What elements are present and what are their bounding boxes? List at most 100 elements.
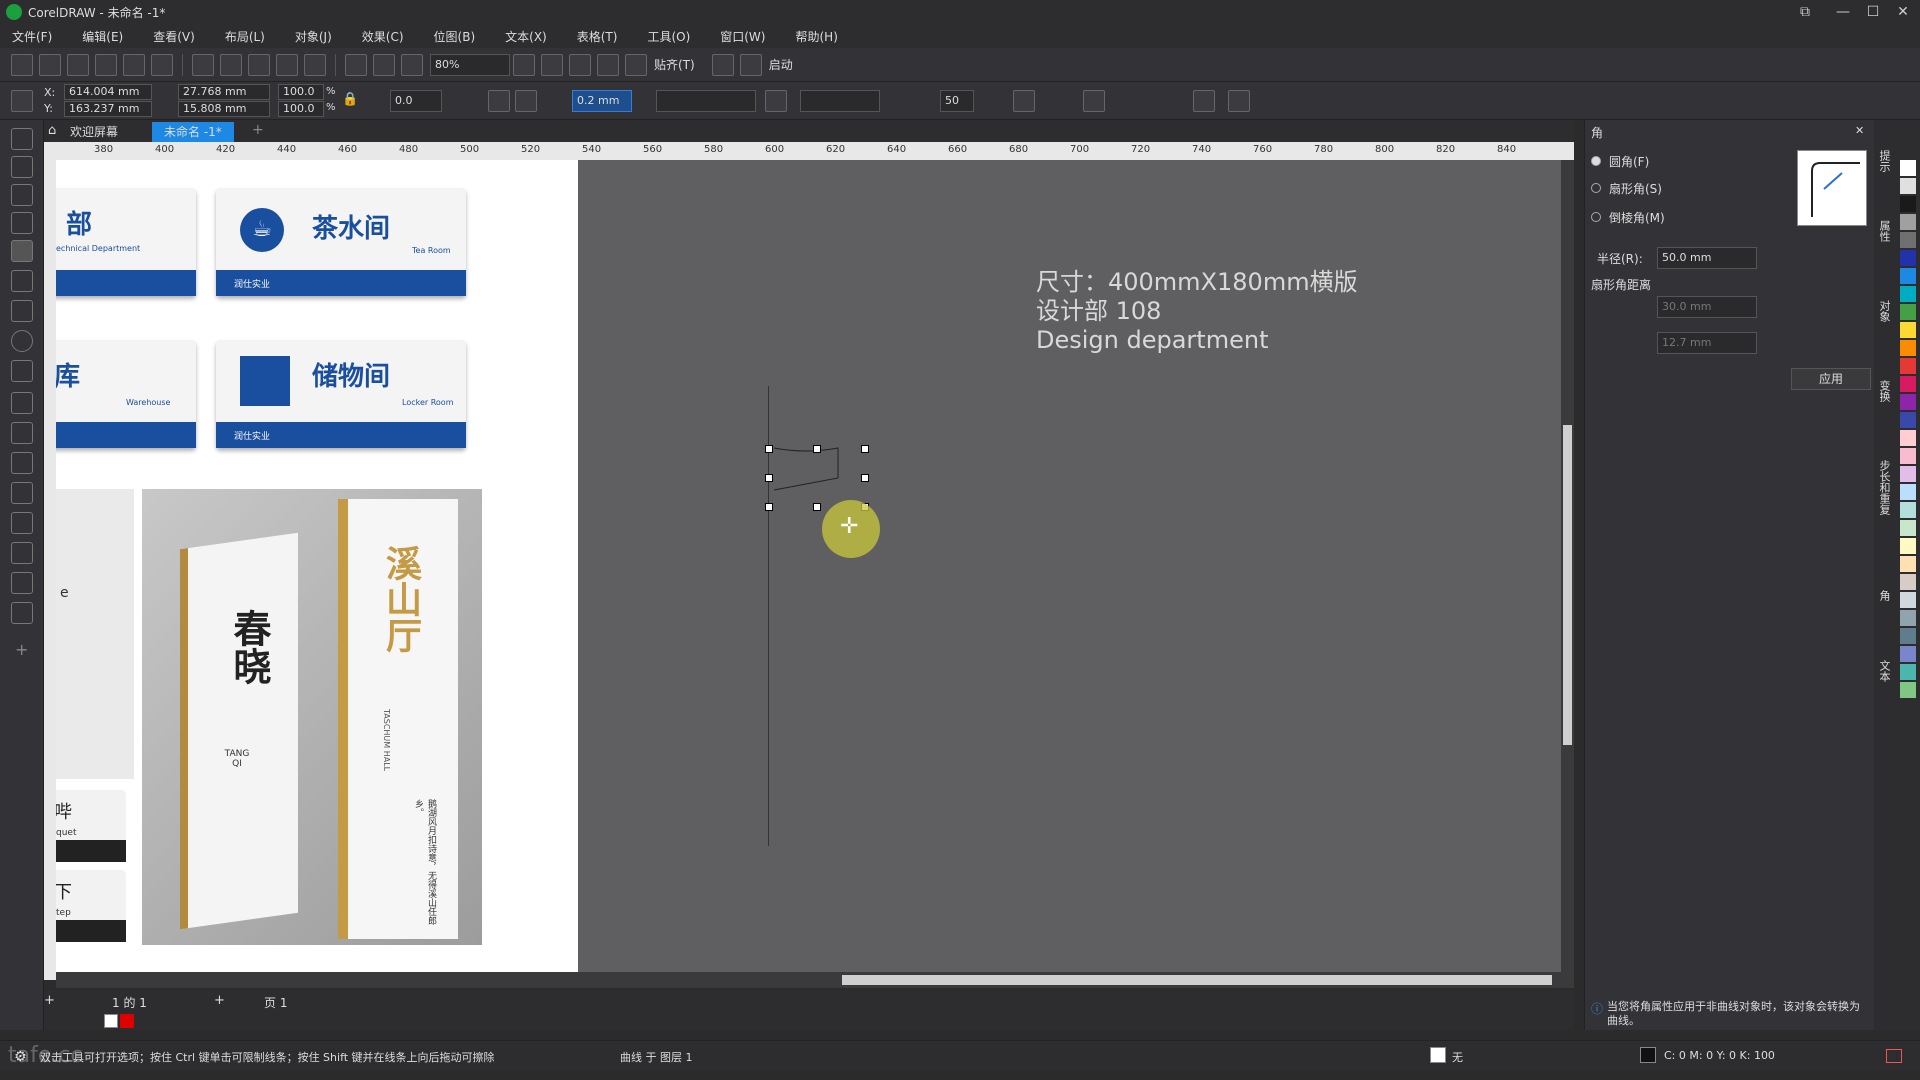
save-icon[interactable] bbox=[67, 53, 89, 76]
outline-swatch[interactable] bbox=[1640, 1047, 1656, 1063]
snap-to-button[interactable]: 贴齐(T) bbox=[654, 56, 695, 73]
pdf-icon[interactable] bbox=[401, 53, 423, 76]
menu-tools[interactable]: 工具(O) bbox=[647, 28, 690, 45]
palette-swatch[interactable] bbox=[1900, 214, 1916, 230]
redo-icon[interactable] bbox=[304, 53, 326, 76]
palette-swatch[interactable] bbox=[1900, 520, 1916, 536]
dock-tab-text[interactable]: 文本 bbox=[1876, 660, 1892, 682]
rectangle-tool-icon[interactable] bbox=[11, 300, 33, 322]
close-button[interactable]: ✕ bbox=[1888, 2, 1918, 22]
palette-swatch[interactable] bbox=[1900, 304, 1916, 320]
palette-swatch[interactable] bbox=[1900, 358, 1916, 374]
dock-tab-properties[interactable]: 属性 bbox=[1876, 220, 1892, 242]
menu-object[interactable]: 对象(J) bbox=[295, 28, 332, 45]
palette-swatch[interactable] bbox=[1900, 430, 1916, 446]
start-arrowhead-select[interactable] bbox=[800, 90, 880, 112]
gear-icon[interactable] bbox=[711, 53, 734, 76]
smart-fill-tool-icon[interactable] bbox=[11, 602, 33, 624]
shape-tool-icon[interactable] bbox=[11, 156, 33, 178]
text-tool-icon[interactable] bbox=[11, 392, 33, 414]
drawing-canvas[interactable]: 部 echnical Department ☕ 茶水间 Tea Room 润仕实… bbox=[56, 160, 1574, 980]
grid-icon[interactable] bbox=[569, 53, 591, 76]
print-icon[interactable] bbox=[151, 53, 173, 76]
dock-tab-objects[interactable]: 对象 bbox=[1876, 300, 1892, 322]
scale-height-field[interactable]: 100.0 bbox=[278, 101, 324, 117]
freehand-smoothing-icon[interactable] bbox=[765, 90, 787, 112]
dock-tab-transform[interactable]: 变换 bbox=[1876, 380, 1892, 402]
close-curve-icon[interactable] bbox=[1013, 90, 1035, 112]
tab-document[interactable]: 未命名 -1* bbox=[152, 122, 234, 142]
rotation-angle-field[interactable]: 0.0 bbox=[390, 90, 442, 112]
menu-edit[interactable]: 编辑(E) bbox=[82, 28, 123, 45]
restore-mini-icon[interactable]: ⧉ bbox=[1790, 2, 1820, 22]
snap-icon[interactable] bbox=[625, 53, 647, 76]
selection-handle[interactable] bbox=[813, 503, 821, 511]
menu-view[interactable]: 查看(V) bbox=[153, 28, 195, 45]
menu-layout[interactable]: 布局(L) bbox=[225, 28, 265, 45]
palette-swatch[interactable] bbox=[1900, 394, 1916, 410]
palette-swatch[interactable] bbox=[1900, 664, 1916, 680]
open-icon[interactable] bbox=[39, 53, 61, 76]
height-field[interactable]: 15.808 mm bbox=[178, 101, 270, 117]
palette-swatch[interactable] bbox=[1900, 610, 1916, 626]
import-icon[interactable] bbox=[345, 53, 367, 76]
palette-swatch[interactable] bbox=[1900, 232, 1916, 248]
menu-help[interactable]: 帮助(H) bbox=[795, 28, 837, 45]
crop-tool-icon[interactable] bbox=[11, 184, 33, 206]
palette-swatch[interactable] bbox=[1900, 448, 1916, 464]
tab-welcome[interactable]: 欢迎屏幕 bbox=[58, 122, 130, 142]
eyedropper-tool-icon[interactable] bbox=[11, 542, 33, 564]
x-position-field[interactable]: 614.004 mm bbox=[64, 84, 152, 100]
palette-swatch[interactable] bbox=[1900, 556, 1916, 572]
dimension-tool-icon[interactable] bbox=[11, 422, 33, 444]
add-tool-icon[interactable]: + bbox=[15, 640, 28, 659]
outline-width-field[interactable]: 0.2 mm bbox=[572, 90, 632, 112]
artistic-media-tool-icon[interactable] bbox=[11, 270, 33, 292]
guidelines-icon[interactable] bbox=[597, 53, 619, 76]
distance-field-1[interactable]: 30.0 mm bbox=[1657, 296, 1757, 318]
palette-swatch[interactable] bbox=[1900, 574, 1916, 590]
lock-ratio-icon[interactable]: 🔒 bbox=[342, 92, 358, 107]
dock-tab-hints[interactable]: 提示 bbox=[1876, 150, 1892, 172]
selection-handle[interactable] bbox=[813, 445, 821, 453]
launch-icon[interactable] bbox=[739, 53, 762, 76]
undo-icon[interactable] bbox=[276, 53, 298, 76]
cut-icon[interactable] bbox=[192, 53, 214, 76]
palette-swatch[interactable] bbox=[1900, 376, 1916, 392]
maximize-button[interactable]: ☐ bbox=[1858, 2, 1888, 22]
dock-tab-fillet[interactable]: 角 bbox=[1876, 590, 1892, 601]
no-color-swatch[interactable] bbox=[104, 1014, 118, 1028]
docker-close-icon[interactable]: ✕ bbox=[1855, 124, 1864, 137]
connector-tool-icon[interactable] bbox=[11, 452, 33, 474]
menu-file[interactable]: 文件(F) bbox=[12, 28, 52, 45]
freehand-tool-icon[interactable] bbox=[11, 240, 33, 262]
palette-swatch[interactable] bbox=[1900, 268, 1916, 284]
align-icon[interactable] bbox=[1193, 90, 1215, 112]
mirror-horizontal-icon[interactable] bbox=[488, 90, 510, 112]
palette-swatch[interactable] bbox=[1900, 340, 1916, 356]
menu-bitmap[interactable]: 位图(B) bbox=[434, 28, 476, 45]
menu-text[interactable]: 文本(X) bbox=[505, 28, 547, 45]
cloud-download-icon[interactable] bbox=[95, 53, 117, 76]
palette-swatch[interactable] bbox=[1900, 250, 1916, 266]
transparency-tool-icon[interactable] bbox=[11, 512, 33, 534]
vertical-scrollbar[interactable] bbox=[1561, 160, 1574, 972]
width-field[interactable]: 27.768 mm bbox=[178, 84, 270, 100]
launch-button[interactable]: 启动 bbox=[769, 56, 793, 73]
polygon-tool-icon[interactable] bbox=[11, 360, 33, 382]
page-tab[interactable]: 页 1 bbox=[264, 994, 287, 1011]
fill-swatch[interactable] bbox=[1430, 1047, 1446, 1063]
zoom-tool-icon[interactable] bbox=[11, 212, 33, 234]
fillet-radio[interactable] bbox=[1591, 156, 1601, 166]
home-icon[interactable]: ⌂ bbox=[48, 123, 56, 138]
selection-handle[interactable] bbox=[861, 474, 869, 482]
palette-swatch[interactable] bbox=[1900, 502, 1916, 518]
palette-swatch[interactable] bbox=[1900, 178, 1916, 194]
horizontal-scrollbar[interactable] bbox=[56, 972, 1574, 988]
line-style-select[interactable] bbox=[656, 90, 756, 112]
interactive-fill-tool-icon[interactable] bbox=[11, 572, 33, 594]
y-position-field[interactable]: 163.237 mm bbox=[64, 101, 152, 117]
palette-swatch[interactable] bbox=[1900, 592, 1916, 608]
palette-swatch[interactable] bbox=[1900, 196, 1916, 212]
minimize-button[interactable]: — bbox=[1828, 2, 1858, 22]
